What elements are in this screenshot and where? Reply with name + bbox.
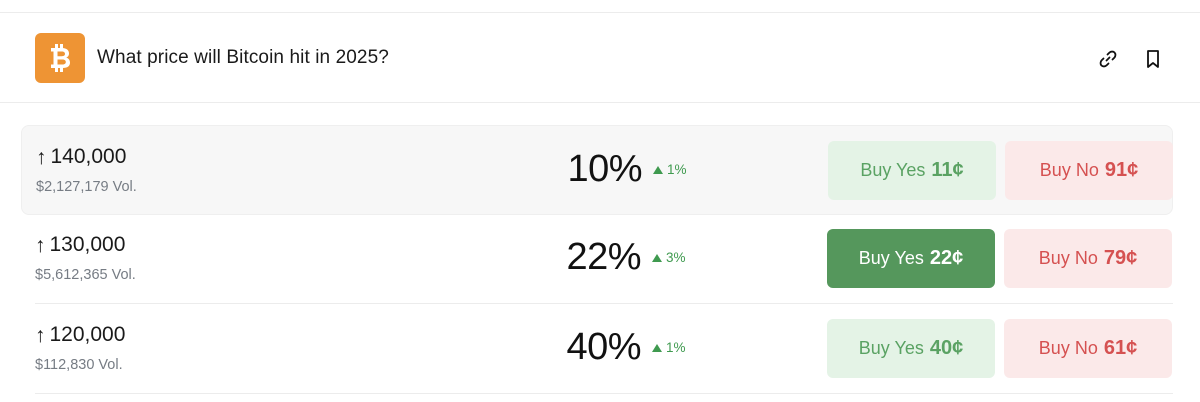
- buy-yes-button[interactable]: Buy Yes 22¢: [827, 229, 995, 288]
- top-divider: [0, 12, 1200, 13]
- outcome-probability: 10%: [567, 148, 642, 190]
- outcome-volume: $5,612,365 Vol.: [35, 267, 136, 283]
- buy-no-label: Buy No: [1038, 248, 1098, 268]
- buy-yes-price: 22¢: [929, 247, 964, 269]
- outcome-volume: $2,127,179 Vol.: [36, 179, 137, 195]
- buy-yes-button[interactable]: Buy Yes 11¢: [828, 141, 996, 200]
- triangle-up-icon: [652, 343, 662, 352]
- buy-no-label: Buy No: [1038, 338, 1098, 358]
- buy-yes-label: Buy Yes: [858, 338, 924, 358]
- outcome-row[interactable]: ↑ 120,000 $112,830 Vol. 40% 1% Buy Yes 4…: [21, 304, 1173, 394]
- link-icon[interactable]: [1096, 47, 1120, 71]
- buy-yes-label: Buy Yes: [860, 160, 926, 180]
- outcome-probability: 22%: [566, 236, 641, 278]
- buy-yes-label: Buy Yes: [858, 248, 924, 268]
- target-value: 130,000: [49, 233, 126, 256]
- target-value: 140,000: [50, 145, 127, 168]
- buy-no-label: Buy No: [1039, 160, 1099, 180]
- buy-no-button[interactable]: Buy No 91¢: [1005, 141, 1173, 200]
- outcome-probability: 40%: [566, 326, 641, 368]
- buy-no-price: 61¢: [1103, 337, 1138, 359]
- buy-no-button[interactable]: Buy No 61¢: [1004, 319, 1172, 378]
- outcome-volume: $112,830 Vol.: [35, 357, 123, 373]
- header-divider: [0, 102, 1200, 103]
- buy-no-button[interactable]: Buy No 79¢: [1004, 229, 1172, 288]
- outcome-target: ↑ 130,000: [35, 233, 125, 257]
- market-header: What price will Bitcoin hit in 2025?: [0, 14, 1200, 104]
- arrow-up-icon: ↑: [35, 233, 46, 257]
- buy-yes-button[interactable]: Buy Yes 40¢: [827, 319, 995, 378]
- arrow-up-icon: ↑: [35, 323, 46, 347]
- target-value: 120,000: [49, 323, 126, 346]
- arrow-up-icon: ↑: [36, 145, 47, 169]
- outcome-target: ↑ 140,000: [36, 145, 126, 169]
- probability-change: 1%: [652, 340, 686, 355]
- market-title: What price will Bitcoin hit in 2025?: [97, 47, 389, 68]
- outcome-target: ↑ 120,000: [35, 323, 125, 347]
- triangle-up-icon: [653, 165, 663, 174]
- triangle-up-icon: [652, 253, 662, 262]
- bitcoin-logo-icon: [35, 33, 85, 83]
- change-value: 1%: [667, 162, 687, 177]
- row-divider: [35, 393, 1173, 394]
- buy-no-price: 79¢: [1103, 247, 1138, 269]
- probability-change: 3%: [652, 250, 686, 265]
- bookmark-icon[interactable]: [1141, 47, 1165, 71]
- outcome-row[interactable]: ↑ 130,000 $5,612,365 Vol. 22% 3% Buy Yes…: [21, 214, 1173, 304]
- buy-yes-price: 11¢: [931, 159, 964, 181]
- buy-yes-price: 40¢: [929, 337, 964, 359]
- change-value: 3%: [666, 250, 686, 265]
- outcome-row[interactable]: ↑ 140,000 $2,127,179 Vol. 10% 1% Buy Yes…: [21, 125, 1173, 215]
- change-value: 1%: [666, 340, 686, 355]
- buy-no-price: 91¢: [1104, 159, 1139, 181]
- probability-change: 1%: [653, 162, 687, 177]
